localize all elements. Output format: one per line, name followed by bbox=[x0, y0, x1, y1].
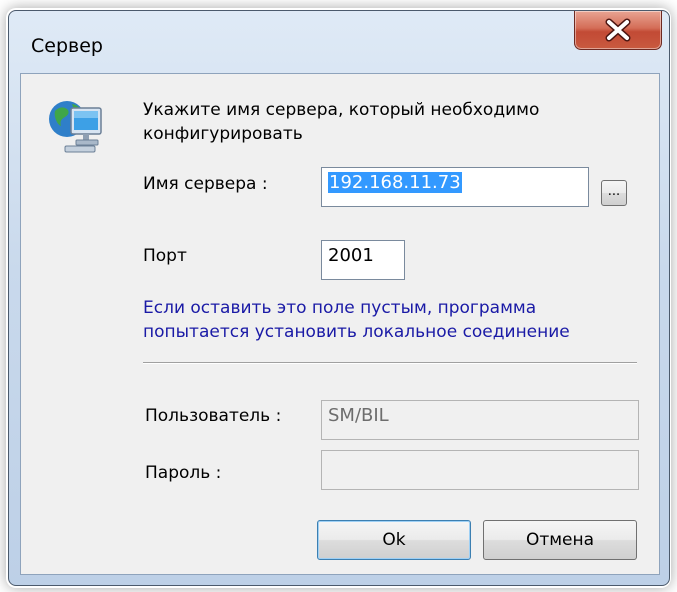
port-label: Порт bbox=[143, 246, 187, 266]
user-input[interactable]: SM/BIL bbox=[321, 400, 639, 440]
window-title: Сервер bbox=[31, 35, 103, 57]
server-name-value: 192.168.11.73 bbox=[328, 172, 462, 193]
server-dialog: Сервер Укажите имя сервера, который необ… bbox=[8, 10, 670, 586]
prompt-line-1: Укажите имя сервера, который необходимо bbox=[143, 100, 540, 120]
password-input[interactable] bbox=[321, 450, 639, 490]
prompt-line-2: конфигурировать bbox=[143, 124, 303, 144]
cancel-button[interactable]: Отмена bbox=[483, 520, 637, 560]
separator-line bbox=[143, 362, 637, 364]
dialog-body: Укажите имя сервера, который необходимо … bbox=[20, 73, 660, 575]
server-name-input[interactable]: 192.168.11.73 bbox=[321, 167, 589, 207]
hint-line-1: Если оставить это поле пустым, программа bbox=[143, 298, 537, 318]
title-bar[interactable]: Сервер bbox=[9, 11, 669, 73]
password-label: Пароль : bbox=[145, 463, 222, 483]
port-input[interactable]: 2001 bbox=[321, 240, 405, 280]
server-name-label: Имя сервера : bbox=[143, 174, 268, 194]
network-computer-icon bbox=[49, 101, 102, 153]
close-button[interactable] bbox=[574, 11, 662, 50]
browse-button[interactable]: ... bbox=[601, 180, 627, 206]
close-icon bbox=[605, 18, 631, 42]
ok-button[interactable]: Ok bbox=[317, 520, 471, 560]
hint-line-2: попытается установить локальное соединен… bbox=[143, 322, 570, 342]
user-label: Пользователь : bbox=[145, 406, 282, 426]
